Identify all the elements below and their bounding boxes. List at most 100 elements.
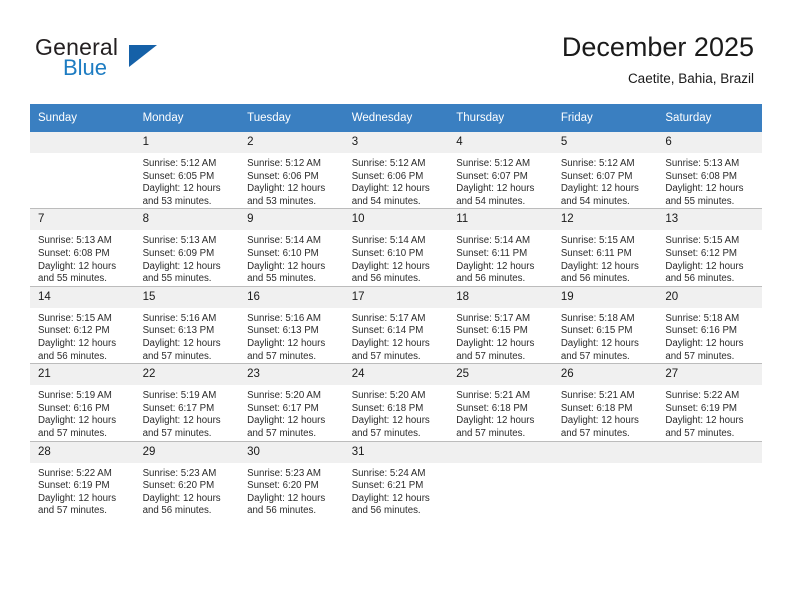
calendar-day-cell[interactable]: 19 Sunrise: 5:18 AM Sunset: 6:15 PM Dayligh… bbox=[552, 285, 658, 364]
calendar-week-row: 14 Sunrise: 5:15 AM Sunset: 6:12 PM Dayligh… bbox=[30, 285, 762, 364]
day-details: Sunrise: 5:14 AM Sunset: 6:10 PM Daylight:… bbox=[344, 230, 449, 285]
day-details: Sunrise: 5:20 AM Sunset: 6:17 PM Daylight:… bbox=[239, 385, 344, 440]
daylight-text: Daylight: 12 hours bbox=[38, 337, 117, 349]
sunset-text: Sunset: 6:08 PM bbox=[665, 170, 737, 182]
day-number: 18 bbox=[448, 286, 553, 308]
daylight-text: Daylight: 12 hours bbox=[351, 183, 430, 195]
day-details: Sunrise: 5:12 AM Sunset: 6:07 PM Daylight:… bbox=[553, 153, 658, 208]
day-number: 12 bbox=[552, 209, 658, 231]
calendar-day-cell[interactable]: 2 Sunrise: 5:12 AM Sunset: 6:06 PM Daylight… bbox=[239, 132, 344, 209]
calendar-day-cell[interactable]: 31 Sunrise: 5:24 AM Sunset: 6:21 PM Dayligh… bbox=[343, 440, 449, 518]
daylight-text-cont: and 57 minutes. bbox=[560, 350, 630, 362]
day-number: 30 bbox=[239, 441, 344, 463]
day-number: 19 bbox=[552, 286, 658, 308]
calendar-day-cell[interactable]: 21 Sunrise: 5:19 AM Sunset: 6:16 PM Dayligh… bbox=[30, 363, 135, 441]
calendar-week-row: 7 Sunrise: 5:13 AM Sunset: 6:08 PM Daylight… bbox=[30, 208, 762, 287]
calendar-day-cell[interactable]: 8 Sunrise: 5:13 AM Sunset: 6:09 PM Daylight… bbox=[134, 208, 240, 287]
day-number: 10 bbox=[343, 209, 449, 231]
sunrise-text: Sunrise: 5:21 AM bbox=[456, 390, 531, 402]
calendar-day-cell[interactable]: 3 Sunrise: 5:12 AM Sunset: 6:06 PM Daylight… bbox=[343, 132, 449, 209]
day-number: 14 bbox=[30, 286, 135, 308]
daylight-text-cont: and 57 minutes. bbox=[142, 427, 212, 439]
sunset-text: Sunset: 6:18 PM bbox=[456, 402, 528, 414]
day-number: 27 bbox=[657, 364, 762, 386]
sunset-text: Sunset: 6:13 PM bbox=[142, 325, 215, 337]
calendar-day-cell[interactable]: 30 Sunrise: 5:23 AM Sunset: 6:20 PM Dayligh… bbox=[239, 440, 344, 518]
calendar-day-cell[interactable]: 25 Sunrise: 5:21 AM Sunset: 6:18 PM Dayligh… bbox=[448, 363, 553, 441]
calendar-day-cell[interactable]: 26 Sunrise: 5:21 AM Sunset: 6:18 PM Dayligh… bbox=[552, 363, 658, 441]
sunrise-text: Sunrise: 5:23 AM bbox=[247, 467, 321, 479]
day-details: Sunrise: 5:15 AM Sunset: 6:12 PM Daylight:… bbox=[657, 230, 762, 285]
daylight-text: Daylight: 12 hours bbox=[456, 415, 535, 427]
daylight-text: Daylight: 12 hours bbox=[247, 260, 326, 272]
calendar-day-cell[interactable]: 14 Sunrise: 5:15 AM Sunset: 6:12 PM Dayligh… bbox=[30, 285, 135, 364]
calendar-day-cell[interactable]: 15 Sunrise: 5:16 AM Sunset: 6:13 PM Dayligh… bbox=[134, 285, 240, 364]
daylight-text: Daylight: 12 hours bbox=[351, 337, 430, 349]
daylight-text-cont: and 57 minutes. bbox=[142, 350, 212, 362]
calendar-day-cell[interactable]: 24 Sunrise: 5:20 AM Sunset: 6:18 PM Dayligh… bbox=[343, 363, 449, 441]
sunrise-text: Sunrise: 5:13 AM bbox=[38, 235, 112, 247]
calendar-day-cell[interactable]: 27 Sunrise: 5:22 AM Sunset: 6:19 PM Dayligh… bbox=[657, 363, 762, 441]
day-number: 24 bbox=[343, 364, 449, 386]
calendar-day-cell[interactable]: 9 Sunrise: 5:14 AM Sunset: 6:10 PM Daylight… bbox=[239, 208, 344, 287]
weekday-header-thursday: Thursday bbox=[448, 104, 553, 132]
day-number bbox=[552, 441, 658, 463]
calendar-day-cell[interactable]: 7 Sunrise: 5:13 AM Sunset: 6:08 PM Daylight… bbox=[30, 208, 135, 287]
day-number: 31 bbox=[343, 441, 449, 463]
daylight-text-cont: and 54 minutes. bbox=[351, 195, 421, 207]
daylight-text: Daylight: 12 hours bbox=[247, 183, 326, 195]
title-block: December 2025 Caetite, Bahia, Brazil bbox=[562, 30, 754, 89]
calendar-day-cell[interactable]: 13 Sunrise: 5:15 AM Sunset: 6:12 PM Dayligh… bbox=[657, 208, 762, 287]
day-details: Sunrise: 5:12 AM Sunset: 6:07 PM Daylight:… bbox=[448, 153, 553, 208]
calendar-day-cell[interactable]: 12 Sunrise: 5:15 AM Sunset: 6:11 PM Dayligh… bbox=[552, 208, 658, 287]
calendar-day-cell-empty bbox=[552, 440, 658, 518]
day-details: Sunrise: 5:21 AM Sunset: 6:18 PM Daylight:… bbox=[448, 385, 553, 440]
daylight-text-cont: and 57 minutes. bbox=[351, 350, 421, 362]
page-title: December 2025 bbox=[561, 32, 754, 62]
logo[interactable]: General Blue bbox=[35, 34, 235, 90]
daylight-text-cont: and 55 minutes. bbox=[247, 273, 317, 285]
calendar-day-cell[interactable]: 28 Sunrise: 5:22 AM Sunset: 6:19 PM Dayligh… bbox=[30, 440, 135, 518]
day-number: 21 bbox=[30, 364, 135, 386]
calendar-day-cell[interactable]: 5 Sunrise: 5:12 AM Sunset: 6:07 PM Daylight… bbox=[552, 132, 658, 209]
calendar-day-cell[interactable]: 11 Sunrise: 5:14 AM Sunset: 6:11 PM Dayligh… bbox=[448, 208, 553, 287]
calendar-day-cell[interactable]: 29 Sunrise: 5:23 AM Sunset: 6:20 PM Dayligh… bbox=[134, 440, 240, 518]
sunrise-text: Sunrise: 5:19 AM bbox=[38, 390, 112, 402]
calendar-grid: Sunday Monday Tuesday Wednesday Thursday… bbox=[30, 104, 762, 518]
calendar-page: General Blue December 2025 Caetite, Bahi… bbox=[0, 0, 792, 612]
day-details: Sunrise: 5:20 AM Sunset: 6:18 PM Daylight:… bbox=[344, 385, 449, 440]
sunrise-text: Sunrise: 5:14 AM bbox=[351, 235, 426, 247]
calendar-day-cell[interactable]: 23 Sunrise: 5:20 AM Sunset: 6:17 PM Dayligh… bbox=[239, 363, 344, 441]
calendar-day-cell[interactable]: 6 Sunrise: 5:13 AM Sunset: 6:08 PM Daylight… bbox=[657, 132, 762, 209]
weekday-header-tuesday: Tuesday bbox=[239, 104, 344, 132]
sunset-text: Sunset: 6:10 PM bbox=[247, 247, 319, 259]
weekday-header-sunday: Sunday bbox=[30, 104, 135, 132]
day-number: 2 bbox=[239, 132, 344, 153]
daylight-text: Daylight: 12 hours bbox=[351, 260, 430, 272]
day-details: Sunrise: 5:19 AM Sunset: 6:17 PM Daylight:… bbox=[135, 385, 240, 440]
daylight-text: Daylight: 12 hours bbox=[560, 415, 639, 427]
day-number: 23 bbox=[239, 364, 344, 386]
daylight-text-cont: and 55 minutes. bbox=[142, 273, 212, 285]
calendar-day-cell-empty bbox=[657, 440, 762, 518]
sunrise-text: Sunrise: 5:18 AM bbox=[665, 312, 740, 324]
sunrise-text: Sunrise: 5:17 AM bbox=[351, 312, 426, 324]
calendar-day-cell[interactable]: 10 Sunrise: 5:14 AM Sunset: 6:10 PM Dayligh… bbox=[343, 208, 449, 287]
calendar-day-cell[interactable]: 22 Sunrise: 5:19 AM Sunset: 6:17 PM Dayligh… bbox=[134, 363, 240, 441]
daylight-text-cont: and 56 minutes. bbox=[351, 273, 421, 285]
calendar-day-cell[interactable]: 20 Sunrise: 5:18 AM Sunset: 6:16 PM Dayligh… bbox=[657, 285, 762, 364]
calendar-day-cell[interactable]: 17 Sunrise: 5:17 AM Sunset: 6:14 PM Dayligh… bbox=[343, 285, 449, 364]
calendar-day-cell[interactable]: 1 Sunrise: 5:12 AM Sunset: 6:05 PM Daylight… bbox=[134, 132, 240, 209]
daylight-text: Daylight: 12 hours bbox=[142, 415, 221, 427]
day-details: Sunrise: 5:15 AM Sunset: 6:11 PM Daylight:… bbox=[553, 230, 658, 285]
calendar-day-cell[interactable]: 16 Sunrise: 5:16 AM Sunset: 6:13 PM Dayligh… bbox=[239, 285, 344, 364]
calendar-day-cell[interactable]: 4 Sunrise: 5:12 AM Sunset: 6:07 PM Daylight… bbox=[448, 132, 553, 209]
calendar-week-row: 1 Sunrise: 5:12 AM Sunset: 6:05 PM Daylight… bbox=[30, 132, 762, 209]
day-number bbox=[30, 132, 135, 153]
daylight-text: Daylight: 12 hours bbox=[456, 337, 535, 349]
weekday-header-wednesday: Wednesday bbox=[343, 104, 449, 132]
sunrise-text: Sunrise: 5:15 AM bbox=[560, 235, 635, 247]
calendar-day-cell[interactable]: 18 Sunrise: 5:17 AM Sunset: 6:15 PM Dayligh… bbox=[448, 285, 553, 364]
sunrise-text: Sunrise: 5:16 AM bbox=[247, 312, 321, 324]
day-details: Sunrise: 5:14 AM Sunset: 6:11 PM Daylight:… bbox=[448, 230, 553, 285]
